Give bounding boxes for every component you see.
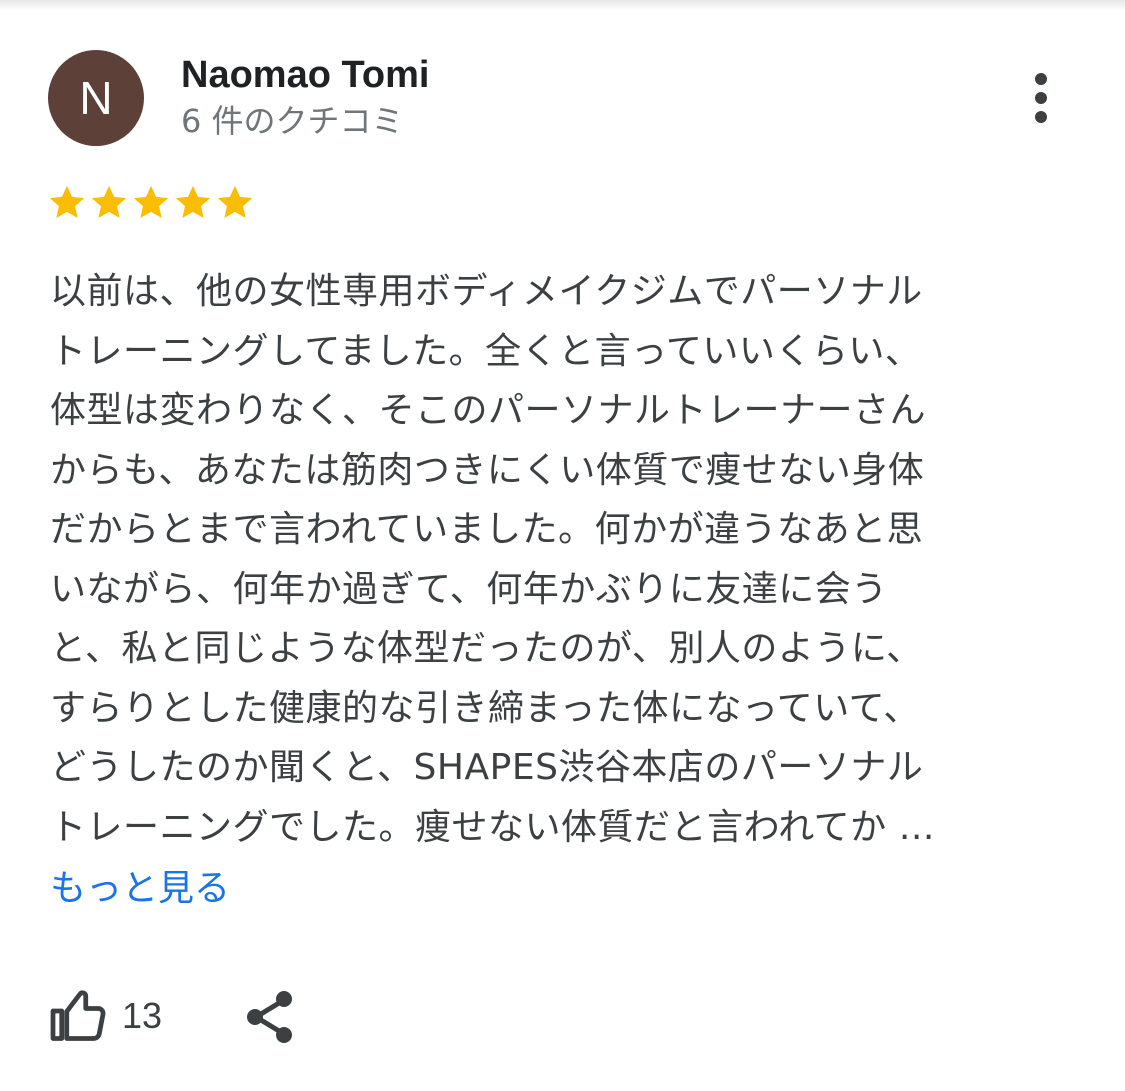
review-body: 以前は、他の女性専用ボディメイクジムでパーソナル トレーニングしてました。全くと言…	[50, 262, 1070, 857]
star-icon	[91, 185, 127, 219]
share-button[interactable]	[242, 988, 298, 1046]
review-text-line: トレーニングでした。痩せない体質だと言われてか …	[50, 806, 936, 848]
author-review-count: 6 件のクチコミ	[181, 102, 404, 140]
share-icon	[247, 991, 292, 1043]
review-text-line: 以前は、他の女性専用ボディメイクジムでパーソナル	[50, 271, 923, 312]
star-icon	[133, 185, 169, 219]
author-name[interactable]: Naomao Tomi	[181, 52, 429, 98]
like-button[interactable]: 13	[48, 985, 162, 1047]
review-text-line: と、私と同じような体型だったのが、別人のように、	[50, 628, 923, 669]
review-text-line: 体型は変わりなく、そこのパーソナルトレーナーさん	[50, 390, 927, 431]
review-text-line: どうしたのか聞くと、SHAPES渋谷本店のパーソナル	[50, 747, 924, 788]
star-icon	[175, 185, 211, 219]
more-vertical-icon	[1035, 73, 1047, 123]
show-more-link[interactable]: もっと見る	[50, 864, 230, 914]
star-icon	[49, 185, 85, 219]
review-text-line: すらりとした健康的な引き締まった体になっていて、	[50, 687, 920, 729]
star-icon	[217, 185, 253, 219]
thumb-up-icon	[50, 990, 106, 1041]
like-count: 13	[122, 995, 163, 1036]
more-options-button[interactable]	[1016, 70, 1066, 130]
star-rating	[46, 182, 256, 226]
review-text-line: だからとまで言われていました。何かが違うなあと思	[50, 509, 924, 550]
review-card: N Naomao Tomi 6 件のクチコミ 以前は、他の女性専用ボディメイクジ…	[0, 0, 1125, 1091]
review-text-line: からも、あなたは筋肉つきにくい体質で痩せない身体	[50, 449, 925, 491]
review-text-line: いながら、何年か過ぎて、何年かぶりに友達に会う	[50, 568, 888, 610]
avatar[interactable]: N	[48, 50, 144, 146]
review-text-line: トレーニングしてました。全くと言っていいくらい、	[50, 330, 922, 372]
